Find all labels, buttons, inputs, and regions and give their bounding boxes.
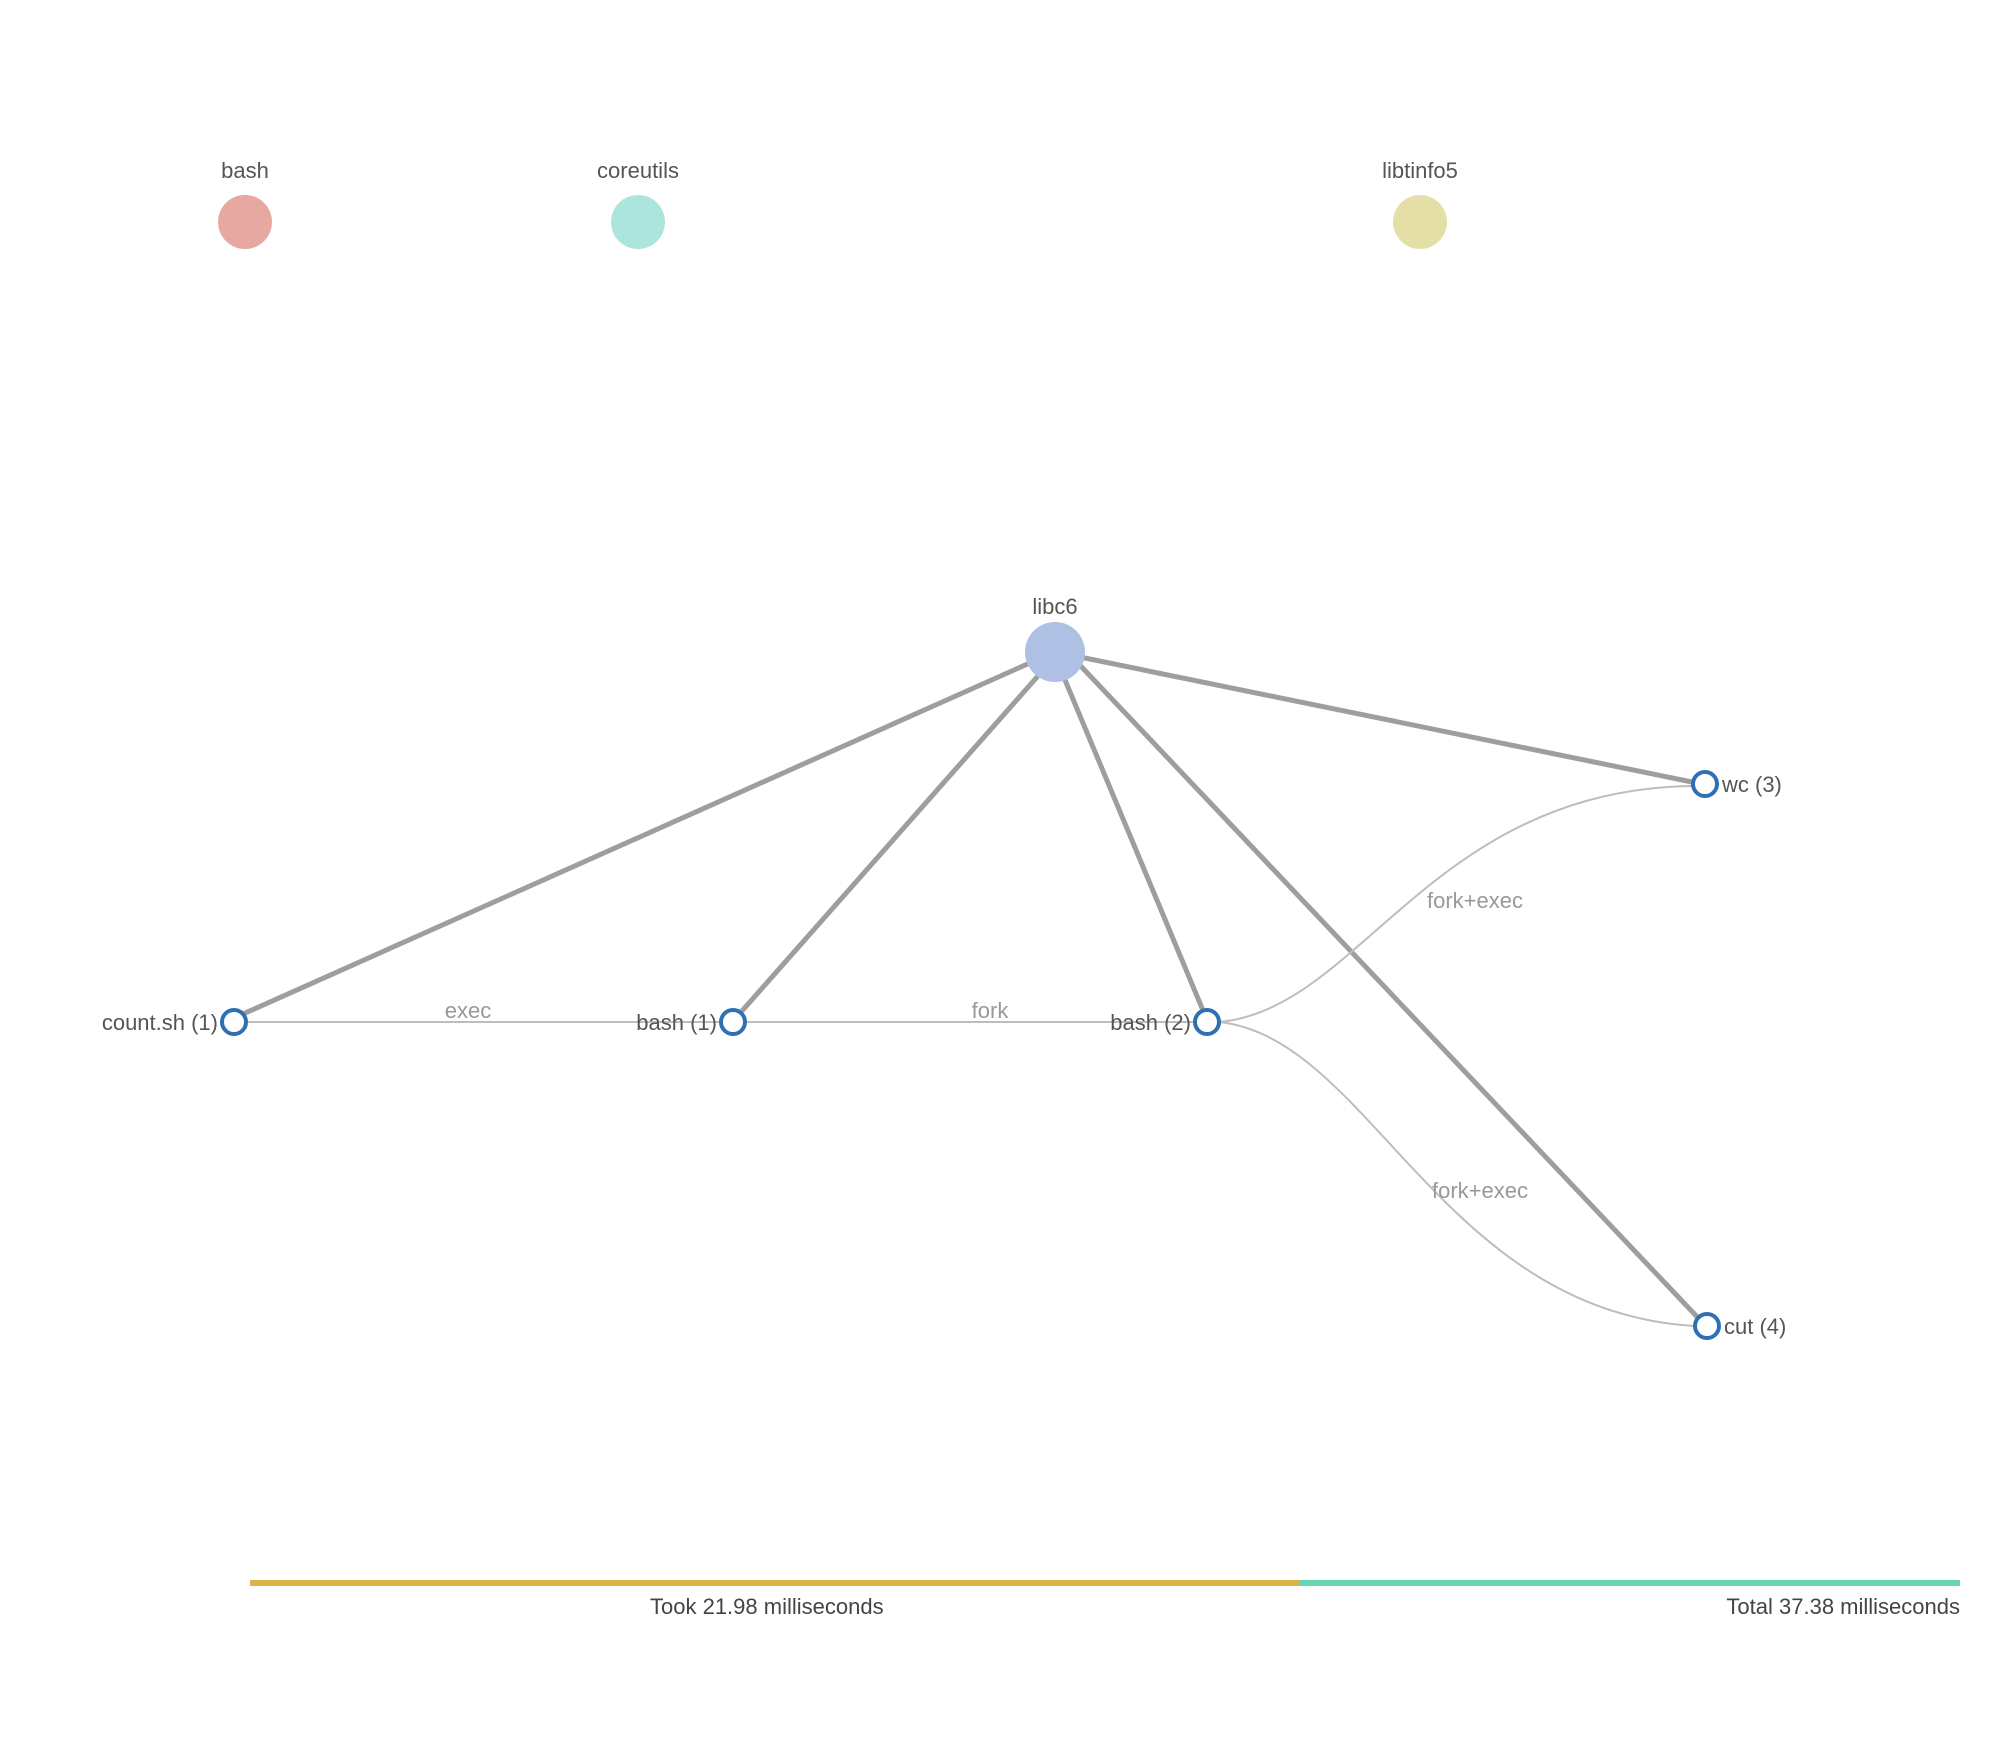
diagram-canvas: bash coreutils libtinfo5 exec fork (0, 0, 1994, 1750)
timeline-total-label: Total 37.38 milliseconds (1726, 1594, 1960, 1619)
node-label-count-sh: count.sh (1) (102, 1010, 218, 1035)
edge-libc6-bash1 (734, 668, 1045, 1020)
edge-libc6-cut (1075, 660, 1702, 1322)
node-cut-4[interactable]: cut (4) (1695, 1314, 1786, 1339)
package-edges (234, 656, 1702, 1322)
timeline: Took 21.98 milliseconds Total 37.38 mill… (250, 1580, 1960, 1619)
node-bash-1[interactable]: bash (1) (636, 1010, 745, 1035)
edge-forkexec-cut (1219, 1022, 1694, 1326)
package-label-libc6: libc6 (1032, 594, 1077, 619)
legend-dot-coreutils (611, 195, 665, 249)
edge-libc6-countsh (234, 662, 1032, 1018)
process-nodes: count.sh (1) bash (1) bash (2) wc (3) cu… (102, 772, 1787, 1339)
node-label-cut-4: cut (4) (1724, 1314, 1786, 1339)
edge-label-exec: exec (445, 998, 491, 1023)
node-circle-bash-2 (1195, 1010, 1219, 1034)
node-circle-wc-3 (1693, 772, 1717, 796)
edge-label-forkexec-cut: fork+exec (1432, 1178, 1528, 1203)
node-label-bash-2: bash (2) (1110, 1010, 1191, 1035)
flow-edges (246, 786, 1694, 1326)
node-bash-2[interactable]: bash (2) (1110, 1010, 1219, 1035)
node-circle-bash-1 (721, 1010, 745, 1034)
package-dot-libc6 (1025, 622, 1085, 682)
legend: bash coreutils libtinfo5 (218, 158, 1458, 249)
legend-dot-libtinfo5 (1393, 195, 1447, 249)
legend-dot-bash (218, 195, 272, 249)
legend-item-libtinfo5[interactable]: libtinfo5 (1382, 158, 1458, 249)
legend-label-libtinfo5: libtinfo5 (1382, 158, 1458, 183)
edge-libc6-wc (1075, 656, 1692, 782)
timeline-took-label: Took 21.98 milliseconds (650, 1594, 884, 1619)
node-circle-count-sh (222, 1010, 246, 1034)
edge-label-forkexec-wc: fork+exec (1427, 888, 1523, 913)
legend-item-bash[interactable]: bash (218, 158, 272, 249)
node-label-bash-1: bash (1) (636, 1010, 717, 1035)
node-label-wc-3: wc (3) (1721, 772, 1782, 797)
node-circle-cut-4 (1695, 1314, 1719, 1338)
edge-label-fork: fork (972, 998, 1010, 1023)
legend-item-coreutils[interactable]: coreutils (597, 158, 679, 249)
node-count-sh[interactable]: count.sh (1) (102, 1010, 246, 1035)
legend-label-bash: bash (221, 158, 269, 183)
timeline-total-bar[interactable] (1300, 1580, 1960, 1586)
node-wc-3[interactable]: wc (3) (1693, 772, 1782, 797)
timeline-took-bar[interactable] (250, 1580, 1300, 1586)
package-node-libc6[interactable]: libc6 (1025, 594, 1085, 682)
legend-label-coreutils: coreutils (597, 158, 679, 183)
